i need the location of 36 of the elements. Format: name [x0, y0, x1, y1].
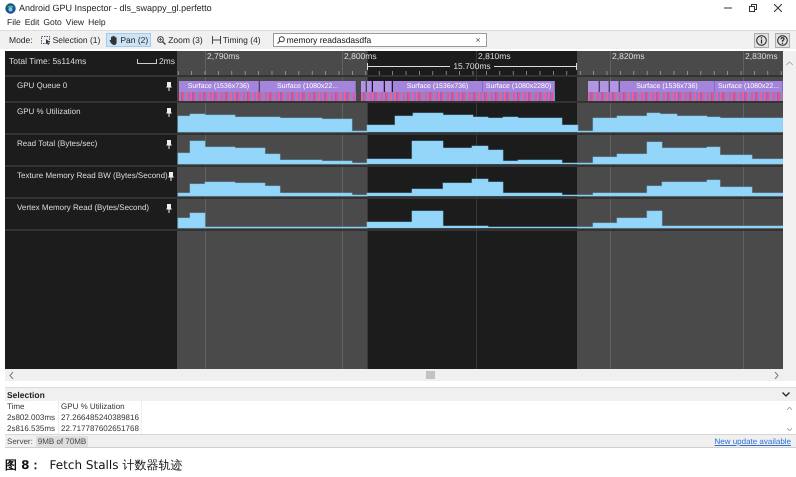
menu-item[interactable]: Edit: [22, 17, 42, 27]
search-field[interactable]: memory readasdasdfa ×: [272, 33, 487, 47]
mode-button[interactable]: Zoom (3): [154, 33, 206, 47]
mode-button[interactable]: Selection (1): [38, 33, 104, 47]
track-label: GPU Queue 0: [17, 81, 68, 90]
column-header: GPU % Utilization: [58, 401, 142, 412]
measurement-label: 15.700ms: [452, 61, 492, 71]
table-cell: 2s802.003ms: [5, 412, 59, 423]
update-link[interactable]: New update available: [714, 436, 791, 446]
table-cell: 27.266485240389816: [58, 412, 142, 423]
clear-button[interactable]: ×: [473, 35, 483, 45]
time-tick-label: 2,810ms: [478, 51, 511, 61]
mode-label: Mode:: [9, 35, 33, 45]
window-title: Android GPU Inspector - dls_swappy_gl.perfetto: [19, 3, 212, 13]
track-label: Vertex Memory Read (Bytes/Second): [17, 203, 150, 212]
track-label: GPU % Utilization: [17, 107, 81, 116]
menu-item[interactable]: View: [64, 17, 86, 27]
menu-item[interactable]: Help: [86, 17, 108, 27]
menu-item[interactable]: Goto: [41, 17, 64, 27]
panel-header[interactable]: Selection: [5, 387, 796, 401]
menu-item[interactable]: File: [5, 17, 23, 27]
time-tick-label: 2,790ms: [207, 51, 240, 61]
time-tick-label: 2,830ms: [745, 51, 778, 61]
time-tick-label: 2,820ms: [612, 51, 645, 61]
time-tick-label: 2,800ms: [344, 51, 377, 61]
memory-usage: 9MB of 70MB: [36, 436, 88, 446]
scale-label: 2ms: [158, 56, 175, 66]
panel-title: Selection: [7, 390, 45, 400]
column-header: Time: [5, 401, 59, 412]
figure-caption: 图 8： Fetch Stalls 计数器轨迹: [5, 458, 182, 472]
mode-button[interactable]: Pan (2): [106, 33, 152, 47]
server-label: Server:: [7, 436, 33, 446]
track-label: Read Total (Bytes/sec): [17, 139, 98, 148]
track-label: Texture Memory Read BW (Bytes/Second): [17, 171, 168, 180]
total-time: Total Time: 5s114ms: [9, 56, 88, 66]
mode-button[interactable]: Timing (4): [208, 33, 264, 47]
